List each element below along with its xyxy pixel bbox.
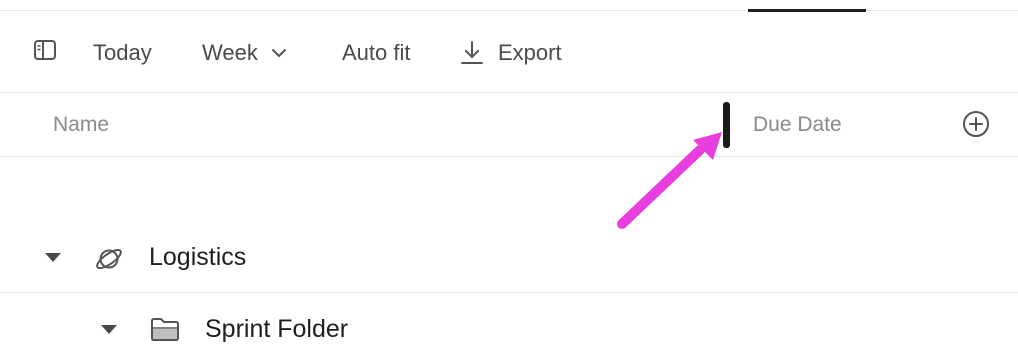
- add-column-button[interactable]: [962, 110, 990, 143]
- auto-fit-label: Auto fit: [342, 40, 411, 65]
- sidebar-panel-icon: [33, 39, 57, 67]
- list-item[interactable]: Sprint Folder: [0, 298, 1018, 360]
- column-resize-handle[interactable]: [723, 102, 730, 148]
- list-item[interactable]: Logistics: [0, 226, 1018, 290]
- chevron-down-icon: [270, 47, 288, 59]
- plus-circle-icon: [962, 110, 990, 143]
- row-divider: [0, 292, 1018, 293]
- list-item-label: Logistics: [149, 243, 247, 271]
- export-label: Export: [498, 40, 562, 65]
- caret-down-icon[interactable]: [100, 322, 118, 336]
- today-label: Today: [93, 40, 152, 65]
- due-date-column-header[interactable]: Due Date: [753, 94, 842, 156]
- auto-fit-button[interactable]: Auto fit: [342, 28, 410, 78]
- name-column-header[interactable]: Name: [53, 94, 109, 156]
- active-tab-indicator: [748, 9, 866, 12]
- list-item-label: Sprint Folder: [205, 315, 349, 343]
- export-button[interactable]: Export: [460, 28, 562, 78]
- today-button[interactable]: Today: [93, 28, 152, 78]
- gantt-view: Today Week Auto fit Export Name Due Date…: [0, 0, 1018, 360]
- header-divider: [0, 156, 1018, 157]
- toolbar-divider: [0, 92, 1018, 93]
- sidebar-toggle-button[interactable]: [30, 28, 60, 78]
- week-dropdown[interactable]: Week: [202, 28, 288, 78]
- download-icon: [460, 40, 484, 66]
- planet-icon: [94, 244, 124, 274]
- column-header: Name Due Date: [0, 94, 1018, 156]
- caret-down-icon[interactable]: [44, 250, 62, 264]
- toolbar: Today Week Auto fit Export: [0, 28, 1018, 78]
- folder-icon: [150, 316, 180, 342]
- week-label: Week: [202, 40, 258, 65]
